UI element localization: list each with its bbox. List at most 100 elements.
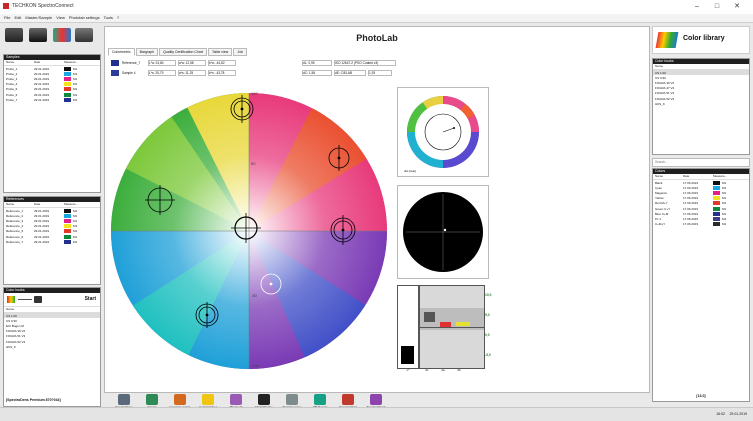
tab-table-view[interactable]: Table view [207, 48, 233, 56]
hue-ring-chart: dH (Hue) [397, 87, 489, 177]
col-date[interactable]: Date [683, 174, 713, 179]
menu-help[interactable]: ? [117, 14, 119, 22]
item-measure: M1 [73, 224, 78, 229]
col-measure[interactable]: Measure... [64, 60, 78, 65]
color-swatch [64, 92, 71, 97]
color-swatch [713, 185, 720, 190]
library-header: Color library [652, 26, 750, 54]
toolbar-icon [118, 394, 130, 405]
list-item[interactable]: Probe_7 29.01.2019 M1 [4, 97, 100, 102]
lightness-bar-fill [401, 346, 414, 364]
item-name: C+M+Y [655, 222, 666, 227]
color-swatch [64, 82, 71, 87]
item-measure: M1 [73, 234, 78, 239]
item-date: 17.06.2019 [683, 190, 699, 195]
bargraph-labels: L* dL da db [397, 368, 483, 372]
toolbar-icon [314, 394, 326, 405]
item-date: 29.01.2019 [34, 218, 50, 223]
tab-colorimetric[interactable]: Colorimetric [108, 48, 135, 56]
color-books-panel: Color books Start Name CS 1.00 CS 0.90 ECI… [3, 287, 101, 407]
color-swatch [64, 76, 71, 81]
menu-master-sample[interactable]: Master/Sample [25, 14, 52, 22]
item-name: Yellow [655, 196, 664, 201]
item-name: Red M+Y [655, 201, 668, 206]
list-item[interactable]: HKS_K [4, 344, 100, 349]
item-name: Cyan [655, 185, 663, 190]
references-list: Reference_1 29.01.2019 M1 Reference_2 29.01.… [4, 208, 100, 244]
item-measure: M1 [73, 229, 78, 234]
list-item[interactable]: HKS_K [653, 101, 749, 106]
col-measure[interactable]: Measure... [713, 174, 727, 179]
item-date: 29.01.2019 [34, 213, 50, 218]
item-measure: M1 [73, 87, 78, 92]
maximize-button[interactable]: □ [707, 3, 727, 10]
tab-job[interactable]: Job [233, 48, 247, 56]
col-name[interactable]: Name [655, 174, 683, 179]
color-wheel-chart: 100 50 -50 -100 [111, 91, 387, 369]
item-name: Black [655, 180, 663, 185]
item-date: 17.06.2019 [683, 222, 699, 227]
menu-edit[interactable]: Edit [14, 14, 21, 22]
measurement-values: Reference_7 L*a: 24,84 a*a: 12,58 b*a: -… [111, 58, 301, 80]
library-search-input[interactable]: Search... [652, 158, 750, 167]
color-swatch [713, 222, 720, 227]
item-date: 29.01.2019 [34, 87, 50, 92]
lightness-bar [397, 285, 419, 369]
label-dl: dL [425, 368, 429, 372]
standard-select[interactable]: ISO 12647-2 (PSO Coated v3) [334, 60, 396, 66]
col-name[interactable]: Name [6, 202, 34, 207]
window-controls: – □ ✕ [687, 2, 747, 10]
item-name: Probe_1 [6, 66, 18, 71]
sample-l-value: L*s: 25,79 [148, 70, 176, 76]
arrow-right-icon [18, 299, 32, 300]
col-name[interactable]: Name [6, 60, 34, 65]
scale-10: 10,0 [485, 293, 492, 297]
scanner-device-icon[interactable] [29, 28, 47, 42]
status-bar: 16:02 29.01.2019 [0, 407, 753, 421]
references-panel: References Name Date Measure... Referenc… [3, 196, 101, 285]
tab-quality-certification[interactable]: Quality Certification Chart [159, 48, 207, 56]
toolbar-icon [342, 394, 354, 405]
item-measure: M1 [73, 92, 78, 97]
item-measure: M1 [73, 76, 78, 81]
color-swatch [713, 190, 720, 195]
item-name: Probe_2 [6, 71, 18, 76]
item-name: Blue C+M [655, 211, 669, 216]
hue-ring-svg [407, 96, 479, 168]
menu-view[interactable]: View [56, 14, 65, 22]
color-swatch [64, 234, 71, 239]
color-swatch [64, 239, 71, 244]
color-swatch [64, 71, 71, 76]
item-name: Pc 1 [655, 216, 662, 221]
item-date: 29.01.2019 [34, 66, 50, 71]
photolab-tabs: Colorimetric Bargraph Quality Certificat… [108, 48, 248, 56]
item-date: 17.06.2019 [683, 201, 699, 206]
library-colors-panel: Colors Name Date Measure... Black 17.06.2… [652, 168, 750, 402]
col-measure[interactable]: Measure... [64, 202, 78, 207]
tab-bargraph[interactable]: Bargraph [135, 48, 159, 56]
minimize-button[interactable]: – [687, 3, 707, 10]
spectrodens-device-icon[interactable] [5, 28, 23, 42]
color-fan-icon [655, 32, 679, 48]
delta-l-value: dL: 0,95 [302, 60, 332, 66]
de-formula-select[interactable]: dE: CIELAB [334, 70, 366, 76]
link-device-icon[interactable] [75, 28, 93, 42]
item-measure: M1 [73, 82, 78, 87]
sample-swatch [111, 70, 119, 76]
start-button[interactable]: Start [85, 296, 96, 302]
item-date: 17.06.2019 [683, 180, 699, 185]
col-date[interactable]: Date [34, 202, 64, 207]
toolbar-icon [370, 394, 382, 405]
list-item[interactable]: Reference_7 29.01.2019 M1 [4, 239, 100, 244]
color-strip-icon[interactable] [53, 28, 71, 42]
menu-file[interactable]: File [4, 14, 10, 22]
menu-tools[interactable]: Tools [104, 14, 113, 22]
col-date[interactable]: Date [34, 60, 64, 65]
item-measure: M1 [73, 239, 78, 244]
close-button[interactable]: ✕ [727, 2, 747, 10]
item-date: 17.06.2019 [683, 216, 699, 221]
status-time: 16:02 [716, 412, 725, 416]
list-item[interactable]: C+M+Y 17.06.2019 M1 [653, 222, 749, 227]
item-measure: M1 [73, 218, 78, 223]
menu-photolab-settings[interactable]: Photolab settings [69, 14, 100, 22]
